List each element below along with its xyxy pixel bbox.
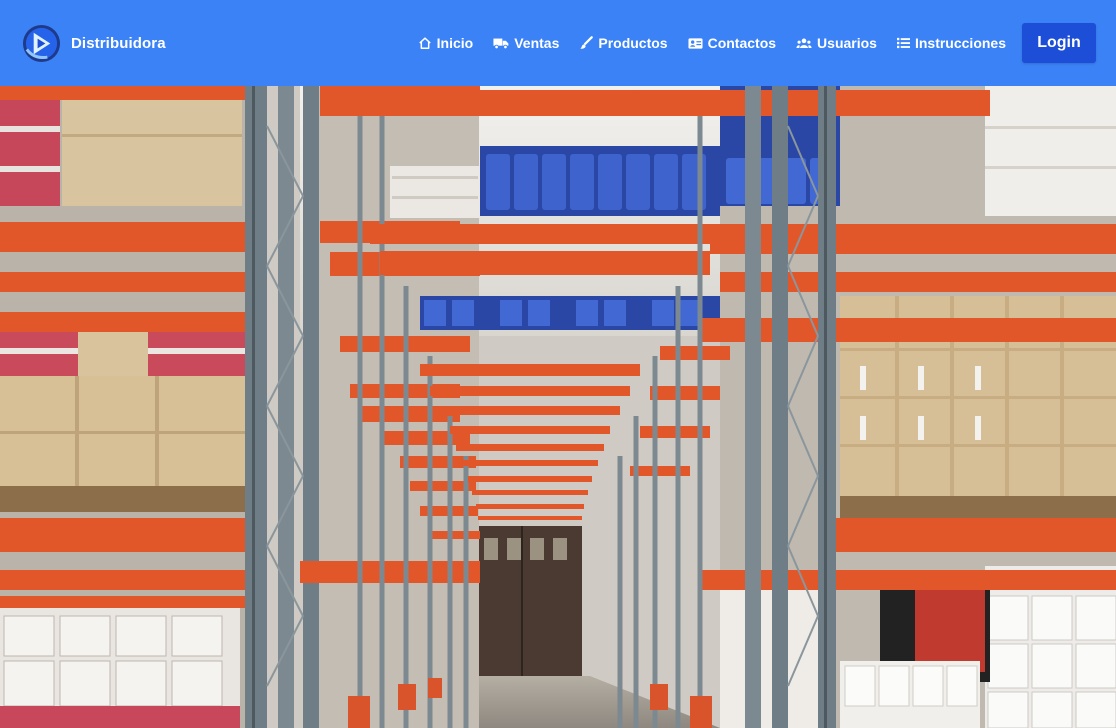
list-icon (896, 37, 910, 49)
navbar: Distribuidora Inicio Ventas Productos Co… (0, 0, 1116, 86)
nav-right: Inicio Ventas Productos Contactos Usuari… (418, 23, 1096, 63)
address-card-icon (688, 37, 703, 49)
home-icon (418, 37, 431, 49)
nav-item-label: Ventas (514, 35, 560, 51)
brand-logo-icon (22, 24, 61, 62)
nav-item-ventas[interactable]: Ventas (493, 35, 559, 51)
nav-item-label: Contactos (707, 35, 777, 51)
nav-item-label: Usuarios (817, 35, 877, 51)
login-button[interactable]: Login (1022, 23, 1096, 63)
users-icon (796, 38, 812, 48)
nav-item-label: Productos (598, 35, 668, 51)
warehouse-photo (0, 86, 1116, 728)
nav-item-contactos[interactable]: Contactos (688, 35, 776, 51)
nav-item-usuarios[interactable]: Usuarios (796, 35, 877, 51)
nav-item-label: Inicio (436, 35, 474, 51)
brush-icon (580, 36, 594, 49)
truck-icon (493, 38, 509, 50)
brand[interactable]: Distribuidora (22, 24, 166, 63)
nav-item-inicio[interactable]: Inicio (418, 35, 474, 51)
nav-item-instrucciones[interactable]: Instrucciones (896, 35, 1006, 51)
nav-item-productos[interactable]: Productos (579, 35, 668, 51)
main-nav: Inicio Ventas Productos Contactos Usuari… (418, 35, 1006, 51)
nav-item-label: Instrucciones (914, 35, 1006, 51)
hero-image (0, 86, 1116, 728)
brand-name: Distribuidora (71, 34, 166, 52)
